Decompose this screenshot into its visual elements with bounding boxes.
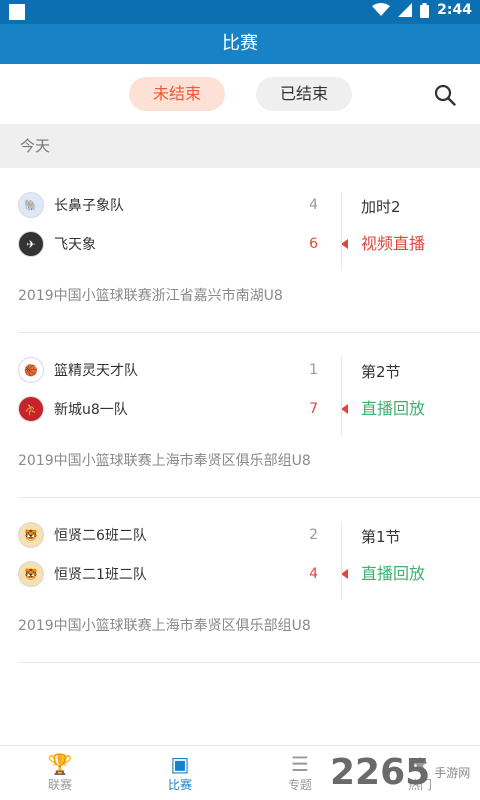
winner-marker-icon — [341, 569, 348, 579]
team-name: 飞天象 — [54, 237, 96, 253]
live-link[interactable]: 视频直播 — [361, 230, 425, 254]
page-title: 比赛 — [222, 33, 258, 54]
match-card[interactable]: 🐯 恒贤二6班二队 2 🐯 恒贤二1班二队 4 第1节 直播回放 2019中国小… — [18, 498, 480, 663]
team-score: 6 — [309, 236, 318, 252]
nav-item-leagues[interactable]: 🏆 联赛 — [20, 752, 100, 793]
app-bar: 比赛 — [0, 24, 480, 64]
watermark-text: 手游网 — [434, 766, 471, 780]
team-score: 2 — [309, 527, 318, 543]
away-team-row: ⛹ 新城u8一队 7 — [18, 396, 348, 422]
team-logo-icon: 🐯 — [18, 522, 44, 548]
away-team-row: 🐯 恒贤二1班二队 4 — [18, 561, 348, 587]
replay-link[interactable]: 直播回放 — [361, 395, 425, 419]
home-team-row: 🏀 篮精灵天才队 1 — [18, 357, 348, 383]
league-name: 2019中国小篮球联赛浙江省嘉兴市南湖U8 — [18, 288, 283, 304]
league-name: 2019中国小篮球联赛上海市奉贤区俱乐部组U8 — [18, 618, 311, 634]
away-team-row: ✈ 飞天象 6 — [18, 231, 348, 257]
day-header: 今天 — [0, 124, 480, 168]
match-card[interactable]: 🐘 长鼻子象队 4 ✈ 飞天象 6 加时2 视频直播 2019中国小篮球联赛浙江… — [18, 168, 480, 333]
tab-finished[interactable]: 已结束 — [256, 77, 352, 111]
team-name: 篮精灵天才队 — [54, 363, 138, 379]
match-card[interactable]: 🏀 篮精灵天才队 1 ⛹ 新城u8一队 7 第2节 直播回放 2019中国小篮球… — [18, 333, 480, 498]
match-status: 第1节 — [361, 528, 401, 546]
cellular-icon — [398, 3, 413, 17]
status-bar: 2:44 — [0, 0, 480, 24]
nav-item-topics[interactable]: ☰ 专题 — [260, 752, 340, 793]
battery-icon — [420, 2, 430, 18]
home-team-row: 🐘 长鼻子象队 4 — [18, 192, 348, 218]
team-logo-icon: 🐘 — [18, 192, 44, 218]
team-name: 恒贤二1班二队 — [54, 567, 147, 583]
team-logo-icon: 🐯 — [18, 561, 44, 587]
match-icon: ▣ — [170, 752, 190, 776]
nav-label: 专题 — [287, 778, 312, 792]
winner-marker-icon — [341, 239, 348, 249]
league-name: 2019中国小篮球联赛上海市奉贤区俱乐部组U8 — [18, 453, 311, 469]
team-name: 长鼻子象队 — [54, 198, 124, 214]
replay-link[interactable]: 直播回放 — [361, 560, 425, 584]
team-name: 恒贤二6班二队 — [54, 528, 147, 544]
team-name: 新城u8一队 — [54, 402, 128, 418]
team-logo-icon: ✈ — [18, 231, 44, 257]
tab-ongoing[interactable]: 未结束 — [129, 77, 225, 111]
trophy-icon: 🏆 — [47, 752, 73, 776]
nav-label: 联赛 — [47, 778, 72, 792]
filter-tabs: 未结束 已结束 — [0, 64, 480, 124]
winner-marker-icon — [341, 404, 348, 414]
team-score: 1 — [309, 362, 318, 378]
notification-icon — [9, 4, 25, 20]
team-score: 7 — [309, 401, 318, 417]
team-score: 4 — [309, 566, 318, 582]
nav-label: 比赛 — [167, 778, 192, 792]
watermark-number: 2265 — [330, 752, 431, 793]
divider — [341, 192, 342, 270]
team-score: 4 — [309, 197, 318, 213]
watermark: 2265 手游网 — [330, 745, 480, 800]
team-logo-icon: ⛹ — [18, 396, 44, 422]
nav-item-matches[interactable]: ▣ 比赛 — [140, 752, 220, 793]
divider — [341, 357, 342, 435]
wifi-icon — [372, 3, 391, 16]
clock: 2:44 — [437, 2, 472, 18]
match-status: 第2节 — [361, 363, 401, 381]
search-icon[interactable] — [434, 84, 456, 106]
topic-icon: ☰ — [291, 752, 309, 776]
match-status: 加时2 — [361, 198, 401, 216]
divider — [341, 522, 342, 600]
team-logo-icon: 🏀 — [18, 357, 44, 383]
home-team-row: 🐯 恒贤二6班二队 2 — [18, 522, 348, 548]
